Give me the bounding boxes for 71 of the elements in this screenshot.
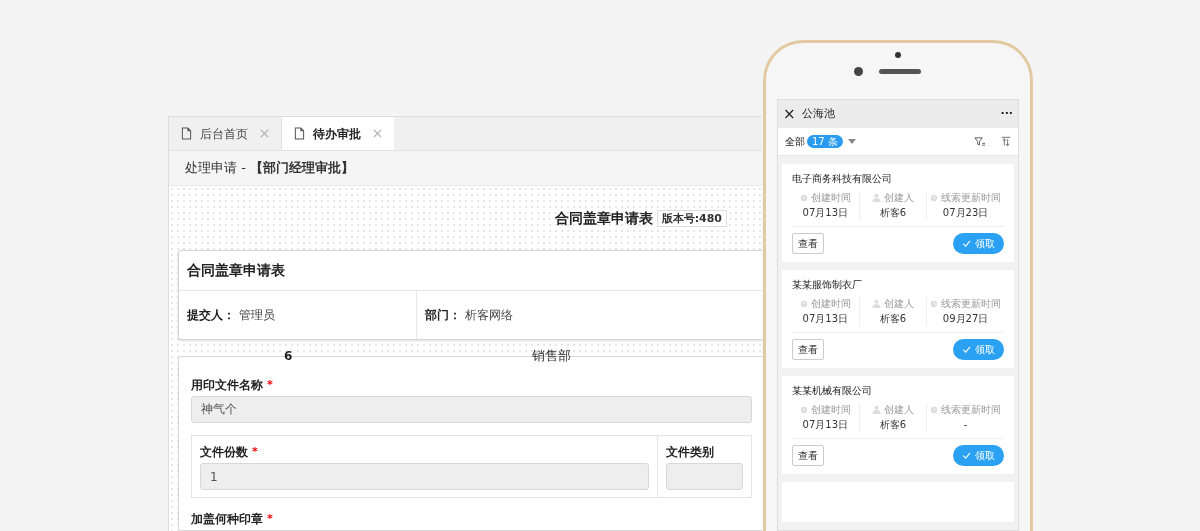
filter-dropdown[interactable]: 全部: [785, 134, 805, 149]
stat-value: -: [963, 418, 968, 432]
company-name: 某某服饰制衣厂: [792, 278, 863, 292]
close-icon[interactable]: [373, 129, 382, 138]
clock-icon: [930, 299, 939, 308]
stat-value: 07月13日: [802, 418, 848, 432]
required-mark: *: [252, 443, 258, 460]
form-title: 合同盖章申请表: [554, 208, 653, 228]
close-icon[interactable]: ×: [783, 106, 796, 122]
person-icon: [871, 193, 881, 202]
view-button[interactable]: 查看: [792, 233, 824, 254]
input-field[interactable]: 1: [200, 463, 649, 490]
company-name: 某某机械有限公司: [792, 384, 873, 398]
close-icon[interactable]: [260, 129, 269, 138]
field-label: 部门：: [425, 307, 461, 324]
field-label: 文件类别: [666, 444, 714, 461]
more-icon[interactable]: ···: [1000, 105, 1013, 123]
clock-icon: [930, 193, 939, 202]
document-icon: [294, 127, 305, 140]
page-header: 处理申请 - 【部门经理审批】: [185, 159, 354, 178]
required-mark: *: [267, 376, 273, 393]
filter-icon[interactable]: [974, 136, 985, 147]
document-icon: [181, 127, 192, 140]
check-icon: [962, 240, 971, 247]
clock-icon: [930, 405, 939, 414]
screen-title: 公海池: [801, 105, 836, 122]
stat-label: 线索更新时间: [941, 403, 1002, 416]
view-button[interactable]: 查看: [792, 339, 824, 360]
stat-label: 线索更新时间: [941, 297, 1002, 310]
company-name: 电子商务科技有限公司: [792, 172, 893, 186]
field-label: 加盖何种印章: [191, 511, 263, 528]
field-label: 提交人：: [187, 307, 235, 324]
stat-label: 线索更新时间: [941, 191, 1002, 204]
field-value: 管理员: [239, 307, 275, 324]
caret-icon[interactable]: [847, 139, 856, 144]
clock-icon: [799, 299, 808, 308]
stat-value: 07月13日: [802, 312, 848, 326]
tab[interactable]: 待办审批: [282, 117, 394, 150]
overlay-text: 销售部: [532, 349, 571, 363]
stat-value: 09月27日: [942, 312, 989, 326]
sensor-icon: [853, 67, 863, 76]
clock-icon: [799, 405, 808, 414]
version-label: 版本号:480: [656, 209, 727, 227]
stat-label: 创建时间: [810, 297, 851, 310]
stat-label: 创建人: [883, 191, 914, 204]
stat-value: 析客6: [879, 418, 907, 432]
stat-label: 创建人: [883, 403, 914, 416]
sort-icon[interactable]: [1001, 136, 1011, 147]
stat-value: 07月13日: [802, 206, 848, 220]
field-label: 文件份数: [200, 444, 248, 461]
person-icon: [871, 299, 881, 308]
count-badge: 17 条: [807, 135, 843, 148]
input-field[interactable]: [666, 463, 743, 490]
check-icon: [962, 346, 971, 353]
field-label: 用印文件名称: [191, 377, 263, 394]
stat-value: 析客6: [879, 312, 907, 326]
view-button[interactable]: 查看: [792, 445, 824, 466]
input-field[interactable]: 神气个: [191, 396, 752, 423]
person-icon: [871, 405, 881, 414]
field-value: 析客网络: [465, 307, 513, 324]
stat-value: 07月23日: [942, 206, 989, 220]
stat-label: 创建时间: [810, 403, 851, 416]
camera-icon: [895, 52, 901, 58]
overlay-text: 6: [284, 349, 293, 363]
clock-icon: [799, 193, 808, 202]
check-icon: [962, 452, 971, 459]
stat-label: 创建人: [883, 297, 914, 310]
required-mark: *: [267, 510, 273, 527]
stat-label: 创建时间: [810, 191, 851, 204]
stat-value: 析客6: [879, 206, 907, 220]
speaker-icon: [878, 69, 921, 74]
